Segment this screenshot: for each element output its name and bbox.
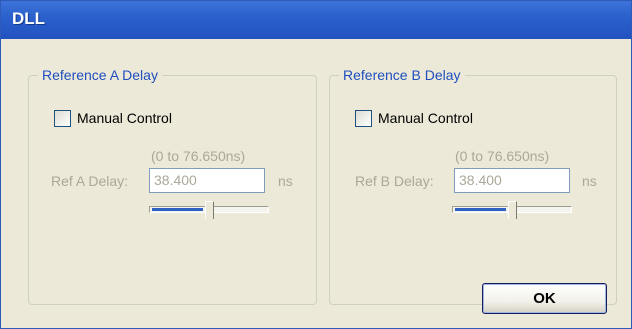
dialog-body: Reference A Delay Manual Control (0 to 7… — [1, 39, 631, 328]
ref-b-delay-input[interactable]: 38.400 — [454, 168, 570, 193]
reference-b-group-title: Reference B Delay — [339, 65, 465, 85]
slider-fill — [455, 208, 506, 211]
ref-b-delay-slider[interactable] — [452, 201, 572, 221]
title-bar[interactable]: DLL — [1, 1, 631, 39]
ref-b-delay-label: Ref B Delay: — [355, 173, 434, 189]
ref-a-manual-control-checkbox[interactable] — [54, 110, 71, 127]
reference-b-group: Reference B Delay Manual Control (0 to 7… — [329, 65, 617, 305]
dll-dialog: DLL Reference A Delay Manual Control (0 … — [0, 0, 632, 329]
ok-button[interactable]: OK — [482, 283, 607, 314]
slider-thumb[interactable] — [205, 201, 214, 219]
ref-a-range-text: (0 to 76.650ns) — [151, 148, 246, 164]
ref-b-unit-label: ns — [582, 173, 597, 189]
window-title: DLL — [12, 9, 46, 28]
ref-a-delay-input[interactable]: 38.400 — [149, 168, 265, 193]
ref-b-range-text: (0 to 76.650ns) — [455, 148, 550, 164]
slider-thumb[interactable] — [508, 201, 517, 219]
ref-a-delay-slider[interactable] — [149, 201, 269, 221]
ref-b-manual-control-label[interactable]: Manual Control — [378, 109, 473, 127]
reference-a-group: Reference A Delay Manual Control (0 to 7… — [28, 65, 317, 305]
ref-a-manual-control-label[interactable]: Manual Control — [77, 109, 172, 127]
ref-b-manual-control-checkbox[interactable] — [355, 110, 372, 127]
reference-a-group-title: Reference A Delay — [38, 65, 162, 85]
ref-a-unit-label: ns — [278, 173, 293, 189]
slider-fill — [152, 208, 203, 211]
ref-a-delay-label: Ref A Delay: — [51, 173, 129, 189]
